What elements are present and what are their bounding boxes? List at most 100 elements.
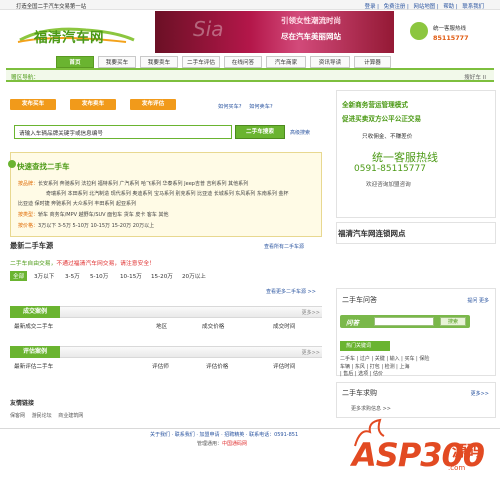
tab-15-20[interactable]: 15-20万	[151, 272, 173, 280]
magnifier-icon	[8, 160, 16, 168]
more-cars-link[interactable]: 查看更多二手车源 >>	[266, 288, 316, 295]
how-sell-link[interactable]: 如何卖车?	[249, 104, 273, 110]
footer-brand[interactable]: 中国通码网	[222, 441, 247, 447]
tab-3-5[interactable]: 3-5万	[65, 272, 80, 280]
qa-search-input[interactable]	[374, 317, 434, 326]
tab-5-10[interactable]: 5-10万	[90, 272, 108, 280]
top-links: 登录 | 免费注册 | 网站地图 | 帮助 | 联系我们	[364, 4, 484, 10]
purchase-more-link[interactable]: 更多>>	[471, 390, 489, 397]
main-nav: 首页 我要买车 我要卖车 二手车评估 在线问答 汽车商家 资讯导读 计算器	[56, 56, 391, 68]
service-commission: 只收佣金、不赚差价	[362, 134, 413, 140]
eval-more-link[interactable]: 更多>>	[302, 349, 320, 356]
row-text[interactable]: 3万以下 3-5万 5-10万 10-15万 15-20万 20万以上	[38, 223, 154, 229]
top-bar: 打造全国二手汽车交易第一站 登录 | 免费注册 | 网站地图 | 帮助 | 联系…	[0, 0, 500, 10]
friend-link[interactable]: 商业建筑网	[58, 413, 83, 419]
nav-sell[interactable]: 我要卖车	[140, 56, 178, 68]
search-input[interactable]: 请输入车辆品牌关键字或信息编号	[14, 125, 232, 139]
qa-more-link[interactable]: 更多	[479, 298, 489, 304]
nav-buy[interactable]: 我要买车	[98, 56, 136, 68]
keyword-tags-1[interactable]: 二手车 | 过户 | 关键 | 输入 | 买车 | 保险	[340, 355, 429, 362]
deals-bar: 成交案例 更多>>	[10, 306, 322, 318]
qa-logo: 问答	[346, 319, 359, 327]
qa-search-button[interactable]: 搜索	[440, 317, 466, 326]
site-slogan: 打造全国二手汽车交易第一站	[16, 4, 87, 10]
deals-label: 成交案例	[10, 306, 60, 318]
ask-link[interactable]: 提问	[467, 298, 477, 304]
nav-evaluate[interactable]: 二手车评估	[182, 56, 220, 68]
quick-find-title: 快速查找二手车	[17, 162, 70, 171]
nav-calculator[interactable]: 计算器	[354, 56, 391, 68]
notice-intro: 二手车自由交易，	[10, 261, 57, 267]
col-price: 成交价格	[202, 324, 225, 330]
phone-icon	[410, 22, 428, 40]
logo-text: 福清汽车网	[34, 30, 104, 46]
banner-ad[interactable]: Sia 引领女性潮流时尚 尽在汽车美丽网站	[155, 11, 394, 53]
row-text[interactable]: 轿车 商务车/MPV 越野车/SUV 面包车 货车 皮卡 客车 其他	[38, 212, 169, 218]
nav-news[interactable]: 资讯导读	[310, 56, 350, 68]
friend-link[interactable]: 保客网	[10, 413, 25, 419]
type-row[interactable]: 按类型：轿车 商务车/MPV 越野车/SUV 面包车 货车 皮卡 客车 其他	[18, 212, 169, 219]
row-label: 按价格：	[18, 223, 39, 229]
login-link[interactable]: 登录	[365, 4, 376, 10]
col-car: 最新评估二手车	[14, 364, 54, 370]
asp300-watermark: ASP300 源码 .com	[330, 418, 500, 479]
hotline-box: 统一客服热线 85115777	[408, 20, 488, 50]
hot-keywords-title: 热门关键词	[340, 341, 390, 351]
hotline-label: 统一客服热线	[433, 26, 467, 32]
row-label: 按品牌：	[18, 181, 39, 187]
row-text[interactable]: 奇瑞系列 本田系列 北汽制造 现代系列 奥迪系列 宝马系列 别克系列 比亚迪 长…	[46, 191, 289, 197]
all-cars-link[interactable]: 查看所有二手车源	[264, 243, 304, 250]
deals-more-link[interactable]: 更多>>	[302, 309, 320, 316]
eval-label: 评估案例	[10, 346, 60, 358]
row-text[interactable]: 长安系列 奔驰系列 法拉利 福特系列 广汽系列 哈飞系列 华泰系列 Jeep吉普…	[38, 181, 248, 187]
search-button[interactable]: 二手车搜索	[235, 125, 285, 139]
safety-notice: 二手车自由交易，不通过福清汽车网交易，请注意安全！	[10, 258, 155, 267]
tab-10-15[interactable]: 10-15万	[120, 272, 142, 280]
newest-title: 最新二手车源	[10, 241, 54, 250]
row-text[interactable]: 比亚迪 保时捷 奔驰系列 大众系列 丰田系列 起亚系列	[18, 201, 136, 207]
tab-under3[interactable]: 3万以下	[34, 272, 54, 280]
service-join-text: 欢迎咨询加盟咨询	[366, 182, 411, 188]
qa-search-bar: 问答 搜索	[340, 315, 470, 328]
friend-link[interactable]: 游民论坛	[32, 413, 52, 419]
post-eval-button[interactable]: 发布评估	[130, 99, 176, 110]
tab-over20[interactable]: 20万以上	[182, 272, 206, 280]
purchase-item[interactable]: 更多求购信息 >>	[351, 405, 391, 412]
post-sell-button[interactable]: 发布卖车	[70, 99, 116, 110]
help-link[interactable]: 帮助	[443, 4, 454, 10]
hotline-number: 85115777	[433, 34, 469, 42]
site-logo[interactable]: 福清汽车网	[16, 22, 138, 46]
register-link[interactable]: 免费注册	[384, 4, 406, 10]
sitemap-link[interactable]: 网站地图	[414, 4, 436, 10]
tab-all[interactable]: 全部	[10, 271, 28, 281]
eval-bar: 评估案例 更多>>	[10, 346, 322, 358]
brand-row-2[interactable]: 奇瑞系列 本田系列 北汽制造 现代系列 奥迪系列 宝马系列 别克系列 比亚迪 长…	[46, 191, 289, 198]
advanced-search-link[interactable]: 高级搜索	[290, 129, 310, 136]
banner-deco: Sia	[193, 17, 224, 41]
nav-home[interactable]: 首页	[56, 56, 94, 68]
footer-links[interactable]: 关于我们 · 联系我们 · 加盟申请 · 招聘精英 · 联系电话：0591-85…	[150, 431, 298, 438]
how-buy-link[interactable]: 如何买车?	[218, 104, 242, 110]
footer-prefix: 管理通用：	[197, 441, 223, 447]
keyword-tags-2[interactable]: 车辆 | 东风 | 打包 | 检测 | 上海	[340, 363, 409, 370]
post-buy-button[interactable]: 发布买车	[10, 99, 56, 110]
footer-copyright: 管理通用：中国通码网	[197, 440, 247, 447]
nav-qa[interactable]: 在线问答	[224, 56, 262, 68]
brand-row-1[interactable]: 按品牌：长安系列 奔驰系列 法拉利 福特系列 广汽系列 哈飞系列 华泰系列 Je…	[18, 181, 248, 188]
col-time: 成交时间	[273, 324, 296, 330]
row-label: 按类型：	[18, 212, 39, 218]
banner-text-1: 引领女性潮流时尚	[281, 16, 341, 25]
network-title[interactable]: 福清汽车网连锁网点	[338, 228, 406, 239]
price-row[interactable]: 按价格：3万以下 3-5万 5-10万 10-15万 15-20万 20万以上	[18, 223, 154, 230]
brand-row-3[interactable]: 比亚迪 保时捷 奔驰系列 大众系列 丰田系列 起亚系列	[18, 201, 136, 208]
search-cars-link[interactable]: 搜好车 II	[464, 73, 486, 81]
sub-nav: 赠区导航： 搜好车 II	[6, 68, 494, 82]
keyword-tags-3[interactable]: | 售后 | 选项 | 估价	[340, 370, 383, 377]
col-assessor: 评估师	[152, 364, 169, 370]
service-headline: 全新商务营运管理模式	[342, 101, 408, 109]
nav-dealers[interactable]: 汽车商家	[266, 56, 306, 68]
service-hotline-number: 0591-85115777	[354, 164, 426, 174]
contact-link[interactable]: 联系我们	[462, 4, 484, 10]
service-hotline-label: 统一客服热线	[372, 151, 438, 164]
qa-links: 提问 更多	[467, 297, 489, 304]
